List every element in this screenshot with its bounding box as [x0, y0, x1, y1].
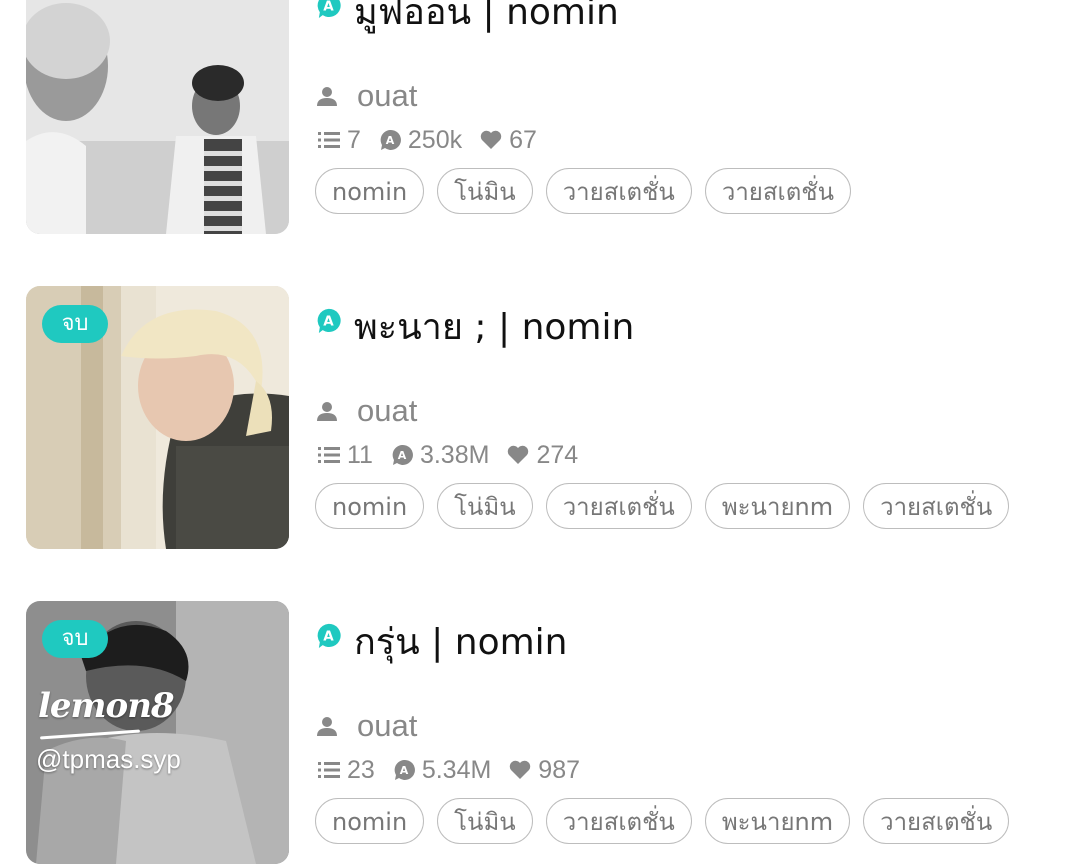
story-title[interactable]: พะนาย ; | nomin	[354, 298, 634, 355]
svg-text:A: A	[323, 0, 334, 14]
person-icon	[317, 87, 337, 106]
svg-text:A: A	[323, 313, 334, 329]
tag-chip[interactable]: nomin	[315, 798, 425, 844]
chapter-count: 7	[347, 125, 361, 154]
view-count: 250k	[407, 125, 463, 154]
tag-chip[interactable]: โน่มิน	[437, 168, 533, 214]
heart-icon	[510, 760, 531, 779]
svg-text:A: A	[323, 628, 334, 644]
story-card[interactable]: A มูฟออน | nomin ouat 7 A 250k 67 nomin …	[0, 0, 1080, 234]
view-count: 5.34M	[421, 755, 492, 784]
story-title[interactable]: มูฟออน | nomin	[354, 0, 619, 40]
tag-chip[interactable]: วายสเตชั่น	[545, 798, 692, 844]
story-card[interactable]: จบ lemon8 @tpmas.syp A กรุ่น | nomin oua…	[0, 601, 1080, 864]
tag-chip[interactable]: วายสเตชั่น	[545, 483, 692, 529]
story-cover[interactable]: จบ lemon8 @tpmas.syp	[26, 601, 289, 864]
heart-icon	[508, 445, 529, 464]
story-author[interactable]: ouat	[357, 393, 417, 429]
list-icon	[318, 447, 340, 463]
tag-chip[interactable]: พะนายnm	[704, 798, 851, 844]
status-badge: จบ	[42, 620, 108, 658]
story-card[interactable]: จบ A พะนาย ; | nomin ouat 11 A 3.38M 274…	[0, 286, 1080, 549]
status-badge: จบ	[42, 305, 108, 343]
tag-chip[interactable]: วายสเตชั่น	[545, 168, 692, 214]
heart-icon	[480, 130, 502, 149]
like-count: 274	[536, 440, 579, 469]
view-count: 3.38M	[419, 440, 490, 469]
story-cover[interactable]	[26, 0, 289, 234]
cover-image	[26, 0, 289, 234]
person-icon	[317, 402, 337, 421]
tag-chip[interactable]: nomin	[315, 168, 425, 214]
chapter-count: 11	[347, 440, 373, 469]
tag-list: nomin โน่มิน วายสเตชั่น วายสเตชั่น	[315, 168, 864, 218]
tag-list: nomin โน่มิน วายสเตชั่น พะนายnm วายสเตชั…	[315, 798, 1022, 848]
tag-chip[interactable]: nomin	[315, 483, 425, 529]
chapter-count: 23	[347, 755, 375, 784]
story-author[interactable]: ouat	[357, 78, 417, 114]
tag-chip[interactable]: โน่มิน	[437, 798, 533, 844]
like-count: 67	[509, 125, 537, 154]
story-cover[interactable]: จบ	[26, 286, 289, 549]
tag-chip[interactable]: วายสเตชั่น	[863, 798, 1010, 844]
app-a-icon: A	[317, 623, 341, 648]
watermark-handle: @tpmas.syp	[36, 744, 181, 774]
eye-a-icon: A	[392, 444, 413, 465]
story-title[interactable]: กรุ่น | nomin	[354, 613, 568, 670]
eye-a-icon: A	[380, 129, 401, 150]
app-a-icon: A	[317, 308, 341, 333]
svg-text:A: A	[400, 764, 409, 777]
svg-text:A: A	[386, 134, 395, 147]
tag-chip[interactable]: โน่มิน	[437, 483, 533, 529]
story-author[interactable]: ouat	[357, 708, 417, 744]
tag-chip[interactable]: วายสเตชั่น	[863, 483, 1010, 529]
person-icon	[317, 717, 337, 736]
list-icon	[318, 762, 340, 778]
list-icon	[318, 132, 340, 148]
tag-list: nomin โน่มิน วายสเตชั่น พะนายnm วายสเตชั…	[315, 483, 1022, 533]
svg-text:A: A	[398, 449, 407, 462]
app-a-icon: A	[317, 0, 341, 18]
eye-a-icon: A	[394, 759, 415, 780]
like-count: 987	[538, 755, 581, 784]
tag-chip[interactable]: วายสเตชั่น	[704, 168, 851, 214]
watermark-logo: lemon8	[38, 686, 175, 726]
tag-chip[interactable]: พะนายnm	[704, 483, 851, 529]
